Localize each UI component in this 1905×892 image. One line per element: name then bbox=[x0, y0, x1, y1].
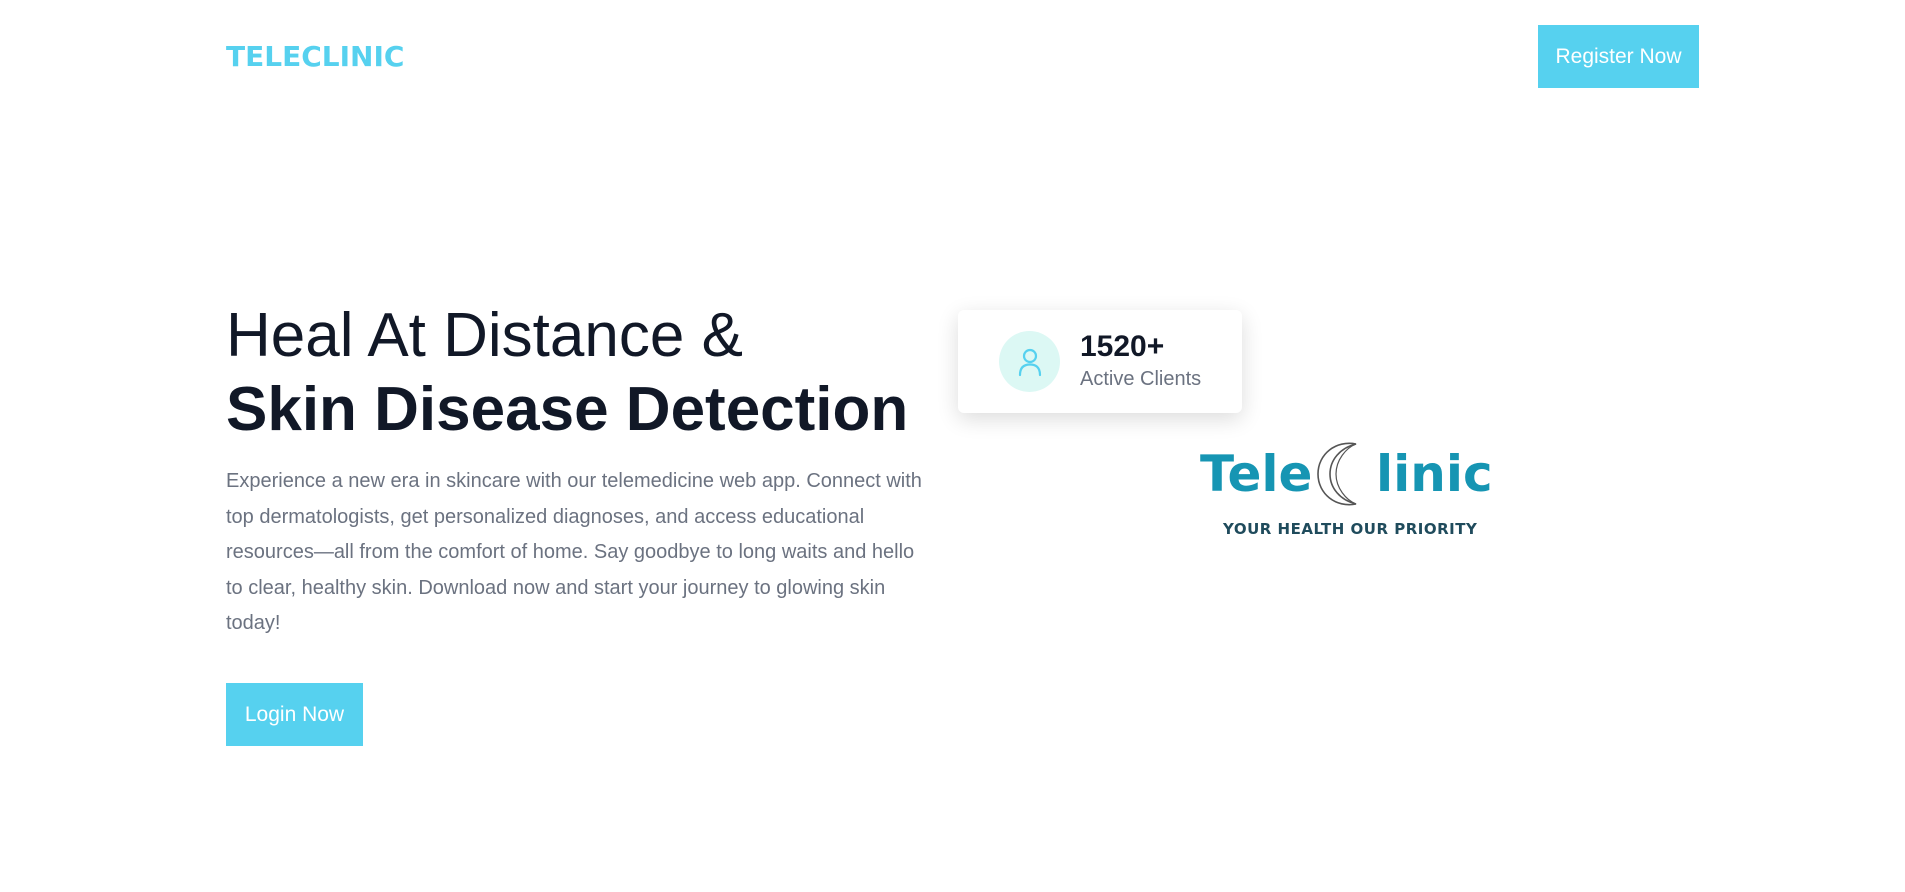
active-clients-count: 1520+ bbox=[1080, 330, 1165, 363]
logo-word-end: linic bbox=[1376, 445, 1493, 503]
active-clients-card: 1520+ Active Clients bbox=[958, 310, 1242, 413]
login-now-button[interactable]: Login Now bbox=[226, 683, 363, 746]
register-now-button[interactable]: Register Now bbox=[1538, 25, 1699, 88]
active-clients-label: Active Clients bbox=[1080, 368, 1202, 390]
hero-title-line1: Heal At Distance & bbox=[226, 301, 743, 370]
logo-tagline: YOUR HEALTH OUR PRIORITY bbox=[1223, 520, 1478, 538]
brand-logo-link[interactable]: TELECLINIC bbox=[226, 40, 404, 73]
teleclinic-logo-image: Tele linic YOUR HEALTH OUR PRIORITY bbox=[1198, 436, 1493, 546]
user-icon bbox=[999, 331, 1060, 392]
crescent-moon-icon bbox=[1317, 442, 1357, 506]
hero-description: Experience a new era in skincare with ou… bbox=[226, 470, 922, 634]
hero-title-line2: Skin Disease Detection bbox=[226, 375, 909, 444]
logo-word-start: Tele bbox=[1200, 445, 1313, 503]
landing-page: TELECLINIC Register Now Heal At Distance… bbox=[0, 0, 1905, 892]
